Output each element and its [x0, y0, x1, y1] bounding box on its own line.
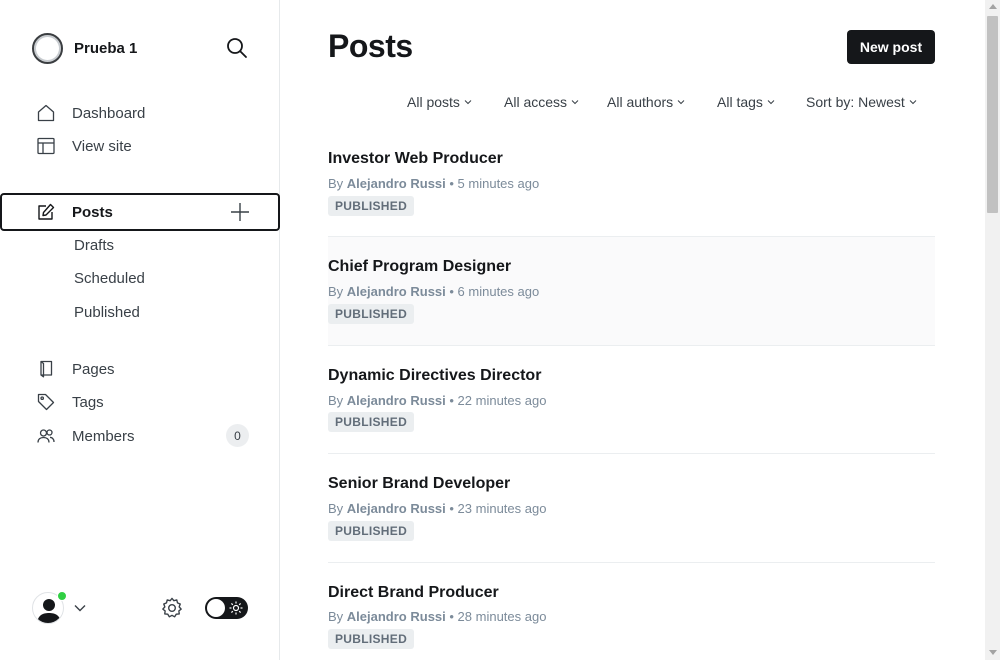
post-time: • 6 minutes ago: [449, 284, 540, 299]
online-status-dot: [57, 591, 67, 601]
post-meta: By Alejandro Russi • 6 minutes ago: [328, 284, 539, 299]
post-list-item[interactable]: Dynamic Directives Director By Alejandro…: [328, 346, 935, 454]
tag-icon: [37, 393, 55, 411]
page-icon: [40, 360, 53, 378]
site-name: Prueba 1: [74, 39, 138, 57]
sidebar-item-dashboard[interactable]: Dashboard: [0, 96, 279, 130]
filter-label: Sort by: Newest: [806, 94, 905, 110]
sidebar-item-posts[interactable]: Posts: [0, 193, 280, 231]
scroll-up-arrow[interactable]: [989, 4, 997, 9]
chevron-down-icon: [571, 100, 579, 105]
post-author: Alejandro Russi: [346, 393, 446, 408]
sidebar: Prueba 1 Dashboard View site Posts Draft…: [0, 0, 280, 660]
post-meta: By Alejandro Russi • 5 minutes ago: [328, 176, 539, 191]
sort-dropdown[interactable]: Sort by: Newest: [806, 94, 917, 110]
sidebar-item-published[interactable]: Published: [74, 302, 140, 324]
sidebar-item-tags[interactable]: Tags: [0, 385, 279, 419]
sidebar-item-label: Members: [72, 427, 135, 445]
post-time: • 22 minutes ago: [449, 393, 547, 408]
new-post-button[interactable]: New post: [847, 30, 935, 64]
chevron-down-icon: [767, 100, 775, 105]
post-list-item[interactable]: Direct Brand Producer By Alejandro Russi…: [328, 563, 935, 660]
chevron-down-icon: [909, 100, 917, 105]
post-title: Chief Program Designer: [328, 258, 512, 275]
sidebar-item-label: Posts: [72, 203, 113, 221]
post-time: • 23 minutes ago: [449, 501, 547, 516]
sidebar-item-label: View site: [72, 137, 132, 155]
members-count-badge: 0: [226, 424, 249, 447]
site-logo: [32, 32, 63, 64]
site-brand[interactable]: Prueba 1: [32, 32, 137, 64]
filter-type-dropdown[interactable]: All posts: [407, 94, 472, 110]
status-badge: PUBLISHED: [328, 629, 415, 649]
sidebar-item-label: Tags: [72, 393, 104, 411]
filter-tags-dropdown[interactable]: All tags: [717, 94, 775, 110]
plus-icon[interactable]: [230, 202, 250, 222]
sidebar-item-pages[interactable]: Pages: [0, 352, 279, 386]
status-badge: PUBLISHED: [328, 196, 415, 216]
post-list-item[interactable]: Chief Program Designer By Alejandro Russ…: [328, 237, 935, 346]
post-title: Senior Brand Developer: [328, 475, 511, 492]
filter-bar: All posts All access All authors All tag…: [328, 94, 935, 114]
status-badge: PUBLISHED: [328, 304, 415, 324]
sidebar-item-label: Pages: [72, 360, 115, 378]
filter-authors-dropdown[interactable]: All authors: [607, 94, 685, 110]
status-badge: PUBLISHED: [328, 521, 415, 541]
sun-icon: [229, 601, 243, 615]
post-by: By: [328, 176, 344, 191]
post-by: By: [328, 393, 344, 408]
post-by: By: [328, 284, 344, 299]
sidebar-footer: [32, 590, 248, 626]
pencil-icon: [38, 203, 55, 220]
post-author: Alejandro Russi: [346, 176, 446, 191]
page-title: Posts: [328, 28, 413, 64]
post-list-item[interactable]: Senior Brand Developer By Alejandro Russ…: [328, 454, 935, 563]
post-title: Investor Web Producer: [328, 150, 503, 167]
scroll-down-arrow[interactable]: [989, 650, 997, 655]
sidebar-item-drafts[interactable]: Drafts: [74, 235, 114, 257]
post-list-item[interactable]: Investor Web Producer By Alejandro Russi…: [328, 128, 935, 237]
home-icon: [37, 104, 55, 122]
post-author: Alejandro Russi: [346, 284, 446, 299]
scrollbar-thumb[interactable]: [987, 16, 998, 213]
post-meta: By Alejandro Russi • 28 minutes ago: [328, 609, 546, 624]
post-meta: By Alejandro Russi • 23 minutes ago: [328, 501, 546, 516]
gear-icon[interactable]: [161, 597, 183, 619]
sidebar-item-label: Dashboard: [72, 104, 146, 122]
sidebar-item-view-site[interactable]: View site: [0, 129, 279, 163]
filter-label: All tags: [717, 94, 763, 110]
filter-access-dropdown[interactable]: All access: [504, 94, 579, 110]
post-title: Dynamic Directives Director: [328, 367, 542, 384]
layout-icon: [37, 137, 55, 155]
post-title: Direct Brand Producer: [328, 584, 499, 601]
post-author: Alejandro Russi: [346, 501, 446, 516]
chevron-down-icon: [464, 100, 472, 105]
vertical-scrollbar[interactable]: [985, 0, 1000, 660]
post-by: By: [328, 501, 344, 516]
sidebar-item-members[interactable]: Members 0: [0, 419, 279, 453]
chevron-down-icon[interactable]: [74, 602, 86, 614]
filter-label: All access: [504, 94, 568, 110]
post-time: • 5 minutes ago: [449, 176, 540, 191]
main-content: Posts New post All posts All access All …: [280, 0, 985, 660]
post-by: By: [328, 609, 344, 624]
post-meta: By Alejandro Russi • 22 minutes ago: [328, 393, 546, 408]
filter-label: All posts: [407, 94, 460, 110]
post-author: Alejandro Russi: [346, 609, 446, 624]
post-time: • 28 minutes ago: [449, 609, 547, 624]
status-badge: PUBLISHED: [328, 412, 415, 432]
sidebar-item-scheduled[interactable]: Scheduled: [74, 268, 145, 290]
search-icon[interactable]: [225, 36, 249, 60]
toggle-knob: [207, 599, 225, 617]
filter-label: All authors: [607, 94, 674, 110]
theme-toggle[interactable]: [205, 597, 248, 619]
app-window: Prueba 1 Dashboard View site Posts Draft…: [0, 0, 1000, 660]
chevron-down-icon: [677, 100, 685, 105]
members-icon: [37, 429, 55, 443]
